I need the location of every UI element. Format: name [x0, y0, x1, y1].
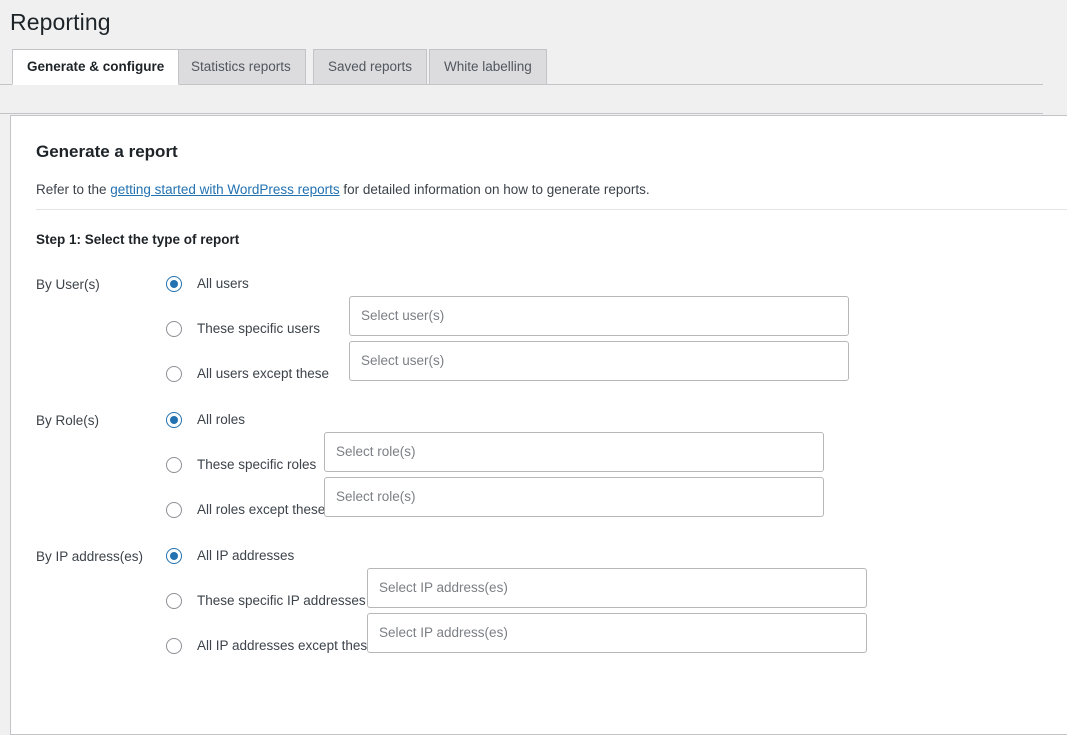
generate-report-panel: Generate a report Refer to the getting s…: [10, 115, 1067, 735]
radio-row-specific-users[interactable]: These specific users: [166, 319, 320, 339]
radio-row-all-roles[interactable]: All roles: [166, 410, 245, 430]
radio-label-all-ips[interactable]: All IP addresses: [197, 549, 294, 563]
radio-row-specific-ips[interactable]: These specific IP addresses: [166, 591, 366, 611]
tab-statistics-reports[interactable]: Statistics reports: [176, 49, 306, 84]
filter-group-roles-label: By Role(s): [36, 413, 100, 428]
tab-white-labelling[interactable]: White labelling: [429, 49, 547, 84]
radio-row-except-roles[interactable]: All roles except these: [166, 500, 325, 520]
radio-row-all-ips[interactable]: All IP addresses: [166, 546, 294, 566]
radio-specific-users[interactable]: [166, 321, 182, 337]
step-1-heading: Step 1: Select the type of report: [36, 232, 240, 247]
radio-label-specific-roles[interactable]: These specific roles: [197, 458, 316, 472]
radio-row-except-ips[interactable]: All IP addresses except these: [166, 636, 375, 656]
select-specific-users[interactable]: Select user(s): [349, 296, 849, 336]
tab-saved-reports[interactable]: Saved reports: [313, 49, 428, 84]
sub-header-band: [0, 86, 1043, 114]
select-except-users-placeholder: Select user(s): [361, 353, 445, 369]
tab-label: White labelling: [444, 59, 532, 75]
tab-label: Generate & configure: [27, 59, 165, 75]
filter-group-ips-label: By IP address(es): [36, 549, 144, 564]
radio-label-except-ips[interactable]: All IP addresses except these: [197, 639, 375, 653]
select-specific-roles[interactable]: Select role(s): [324, 432, 824, 472]
radio-except-roles[interactable]: [166, 502, 182, 518]
radio-all-roles[interactable]: [166, 412, 182, 428]
intro-text-after: for detailed information on how to gener…: [339, 182, 650, 197]
radio-specific-roles[interactable]: [166, 457, 182, 473]
radio-except-users[interactable]: [166, 366, 182, 382]
select-except-roles-placeholder: Select role(s): [336, 489, 416, 505]
radio-label-specific-users[interactable]: These specific users: [197, 322, 320, 336]
select-specific-ips[interactable]: Select IP address(es): [367, 568, 867, 608]
select-specific-ips-placeholder: Select IP address(es): [379, 580, 508, 596]
radio-label-all-roles[interactable]: All roles: [197, 413, 245, 427]
radio-label-specific-ips[interactable]: These specific IP addresses: [197, 594, 366, 608]
radio-row-all-users[interactable]: All users: [166, 274, 249, 294]
radio-row-specific-roles[interactable]: These specific roles: [166, 455, 316, 475]
select-except-roles[interactable]: Select role(s): [324, 477, 824, 517]
panel-heading: Generate a report: [36, 142, 178, 161]
radio-label-all-users[interactable]: All users: [197, 277, 249, 291]
radio-specific-ips[interactable]: [166, 593, 182, 609]
tab-bar: Generate & configure Statistics reports …: [0, 49, 1043, 85]
radio-all-ips[interactable]: [166, 548, 182, 564]
page-title: Reporting: [10, 9, 111, 35]
tab-label: Saved reports: [328, 59, 413, 75]
radio-row-except-users[interactable]: All users except these: [166, 364, 329, 384]
tab-generate-configure[interactable]: Generate & configure: [12, 49, 180, 85]
getting-started-link[interactable]: getting started with WordPress reports: [110, 182, 339, 197]
radio-except-ips[interactable]: [166, 638, 182, 654]
panel-intro: Refer to the getting started with WordPr…: [36, 181, 650, 200]
intro-text-before: Refer to the: [36, 182, 111, 197]
select-specific-users-placeholder: Select user(s): [361, 308, 445, 324]
tab-label: Statistics reports: [191, 59, 291, 75]
section-divider: [36, 209, 1067, 210]
radio-label-except-roles[interactable]: All roles except these: [197, 503, 325, 517]
select-specific-roles-placeholder: Select role(s): [336, 444, 416, 460]
select-except-ips-placeholder: Select IP address(es): [379, 625, 508, 641]
select-except-users[interactable]: Select user(s): [349, 341, 849, 381]
radio-label-except-users[interactable]: All users except these: [197, 367, 329, 381]
radio-all-users[interactable]: [166, 276, 182, 292]
select-except-ips[interactable]: Select IP address(es): [367, 613, 867, 653]
filter-group-users-label: By User(s): [36, 277, 100, 292]
